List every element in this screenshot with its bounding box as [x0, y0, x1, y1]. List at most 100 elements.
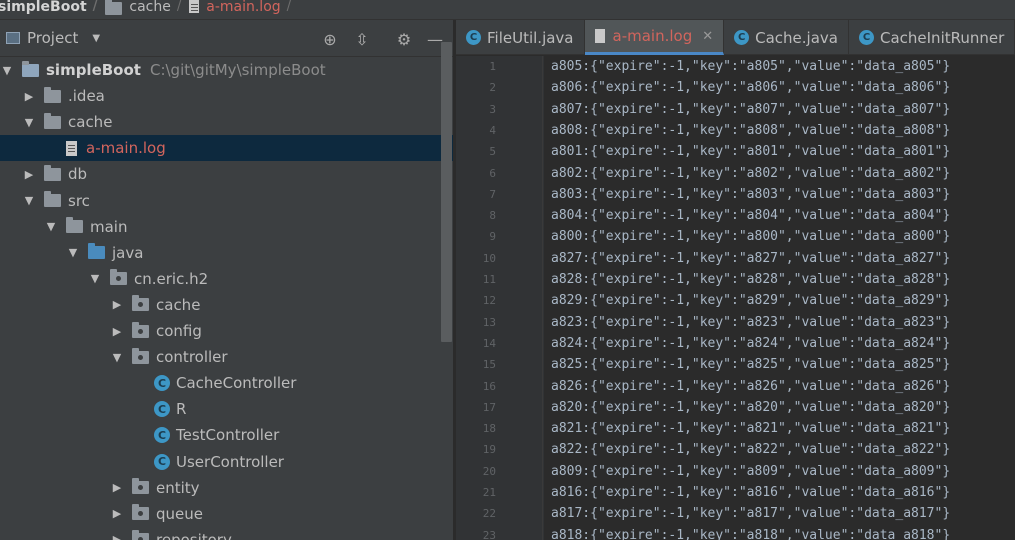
tab-a-main-log[interactable]: a-main.log ✕ — [584, 20, 725, 55]
line-number: 21 — [482, 486, 496, 499]
code-text: a809:{"expire":-1,"key":"a809","value":"… — [551, 463, 951, 479]
tree-item[interactable]: ▶ db — [0, 161, 453, 187]
tab-cache-java[interactable]: C Cache.java — [724, 20, 849, 55]
code-line: 20 a809:{"expire":-1,"key":"a809","value"… — [456, 461, 1015, 482]
locate-target-icon[interactable]: ⊕ — [319, 28, 341, 50]
tree-item-label: cache — [68, 113, 113, 132]
tree-item-label: java — [112, 243, 144, 262]
expand-down-arrow-icon[interactable]: ▼ — [0, 64, 14, 77]
expand-right-arrow-icon[interactable]: ▶ — [110, 325, 124, 338]
expand-down-arrow-icon[interactable]: ▼ — [44, 220, 58, 233]
line-number: 12 — [482, 294, 496, 308]
expand-right-arrow-icon[interactable]: ▶ — [110, 533, 124, 540]
tree-item[interactable]: ▶CR — [0, 396, 453, 422]
line-number: 6 — [489, 166, 496, 180]
code-text: a822:{"expire":-1,"key":"a822","value":"… — [551, 442, 951, 458]
breadcrumb-file-label: a-main.log — [206, 0, 281, 15]
code-text: a827:{"expire":-1,"key":"a827","value":"… — [551, 250, 951, 266]
java-class-icon: C — [858, 30, 874, 45]
project-panel-title: Project — [27, 29, 79, 47]
expand-down-arrow-icon[interactable]: ▼ — [66, 246, 80, 259]
line-number: 4 — [489, 123, 496, 137]
file-icon — [594, 29, 605, 43]
line-number: 11 — [482, 273, 496, 286]
line-number: 18 — [482, 422, 496, 436]
line-number: 3 — [489, 102, 496, 116]
code-line: 21 a816:{"expire":-1,"key":"a816","value"… — [456, 482, 1015, 503]
folder-icon — [44, 191, 61, 207]
expand-down-arrow-icon[interactable]: ▼ — [22, 194, 36, 207]
tree-item[interactable]: ▼ main — [0, 214, 453, 240]
expand-right-arrow-icon[interactable]: ▶ — [110, 298, 124, 311]
tree-item[interactable]: ▶a-main.log — [0, 135, 453, 162]
code-line: 10 a827:{"expire":-1,"key":"a827","value"… — [456, 248, 1015, 269]
java-class-icon: C — [734, 30, 750, 45]
tree-item-label: db — [68, 165, 88, 184]
project-panel-header: Project ▼ ⊕ ⇳ ⚙ — — [0, 20, 453, 57]
tree-item[interactable]: ▼ controller — [0, 344, 453, 370]
tree-item-label: config — [156, 322, 202, 340]
expand-down-arrow-icon[interactable]: ▼ — [88, 272, 102, 285]
code-text: a808:{"expire":-1,"key":"a808","value":"… — [551, 122, 951, 138]
line-number: 16 — [482, 379, 496, 393]
tree-item[interactable]: ▼ simpleBoot C:\git\gitMy\simpleBoot — [0, 57, 453, 83]
code-text: a805:{"expire":-1,"key":"a805","value":"… — [551, 59, 951, 74]
code-line: 8 a804:{"expire":-1,"key":"a804","value":… — [456, 205, 1015, 226]
line-number: 19 — [482, 443, 496, 457]
breadcrumb-separator: / — [176, 0, 182, 14]
vertical-scrollbar[interactable] — [441, 42, 452, 342]
package-icon — [132, 347, 149, 364]
tree-item[interactable]: ▶CCacheController — [0, 370, 453, 396]
code-text: a800:{"expire":-1,"key":"a800","value":"… — [551, 229, 951, 245]
code-text: a829:{"expire":-1,"key":"a829","value":"… — [551, 293, 951, 309]
class-icon: C — [154, 453, 170, 470]
expand-right-arrow-icon[interactable]: ▶ — [110, 481, 124, 494]
code-text: a821:{"expire":-1,"key":"a821","value":"… — [551, 421, 951, 437]
tree-item[interactable]: ▶CTestController — [0, 422, 453, 448]
breadcrumb-project-label: simpleBoot — [0, 0, 87, 15]
gear-icon[interactable]: ⚙ — [393, 28, 415, 50]
code-line: 22 a817:{"expire":-1,"key":"a817","value"… — [456, 503, 1015, 524]
tree-item[interactable]: ▶ queue — [0, 501, 453, 527]
expand-down-arrow-icon[interactable]: ▼ — [110, 351, 124, 364]
breadcrumb-file[interactable]: a-main.log / — [189, 0, 299, 17]
breadcrumb-project[interactable]: simpleBoot / — [0, 0, 105, 17]
project-view-selector[interactable]: Project ▼ — [6, 29, 100, 47]
breadcrumb-folder[interactable]: cache / — [105, 0, 189, 17]
line-number: 17 — [482, 400, 496, 414]
line-number: 15 — [482, 358, 496, 372]
code-text: a825:{"expire":-1,"key":"a825","value":"… — [551, 357, 951, 373]
tree-item[interactable]: ▼ cache — [0, 109, 453, 135]
tree-item-label: src — [68, 191, 90, 210]
tab-label: Cache.java — [755, 28, 838, 47]
expand-right-arrow-icon[interactable]: ▶ — [110, 507, 124, 520]
tree-item[interactable]: ▶ config — [0, 318, 453, 344]
code-text: a824:{"expire":-1,"key":"a824","value":"… — [551, 335, 951, 351]
tree-item[interactable]: ▼ cn.eric.h2 — [0, 266, 453, 292]
tab-cacheinitrunner[interactable]: C CacheInitRunner — [849, 20, 1015, 55]
tree-item-label: simpleBoot — [46, 61, 141, 79]
tree-item[interactable]: ▶ entity — [0, 475, 453, 501]
expand-right-arrow-icon[interactable]: ▶ — [22, 168, 36, 181]
folder-icon — [44, 112, 61, 129]
code-line: 12 a829:{"expire":-1,"key":"a829","value"… — [456, 290, 1015, 311]
tree-item[interactable]: ▼ java — [0, 240, 453, 266]
chevron-down-icon: ▼ — [92, 32, 101, 44]
file-icon — [66, 140, 77, 156]
expand-right-arrow-icon[interactable]: ▶ — [22, 90, 36, 103]
line-number: 22 — [482, 507, 496, 521]
collapse-all-icon[interactable]: ⇳ — [351, 28, 373, 50]
tree-item[interactable]: ▶ .idea — [0, 83, 453, 109]
tree-item[interactable]: ▶CUserController — [0, 449, 453, 475]
breadcrumb-folder-label: cache — [129, 0, 171, 15]
close-icon[interactable]: ✕ — [702, 29, 713, 44]
code-line: 16 a826:{"expire":-1,"key":"a826","value"… — [456, 376, 1015, 397]
line-number: 7 — [489, 187, 496, 201]
line-number: 8 — [489, 209, 496, 223]
tree-item[interactable]: ▶ cache — [0, 292, 453, 318]
source-folder-icon — [88, 243, 105, 260]
expand-down-arrow-icon[interactable]: ▼ — [22, 116, 36, 129]
tree-item[interactable]: ▶ repository — [0, 527, 453, 540]
tree-item[interactable]: ▼ src — [0, 188, 453, 214]
tab-fileutil-java[interactable]: C FileUtil.java — [456, 20, 585, 55]
